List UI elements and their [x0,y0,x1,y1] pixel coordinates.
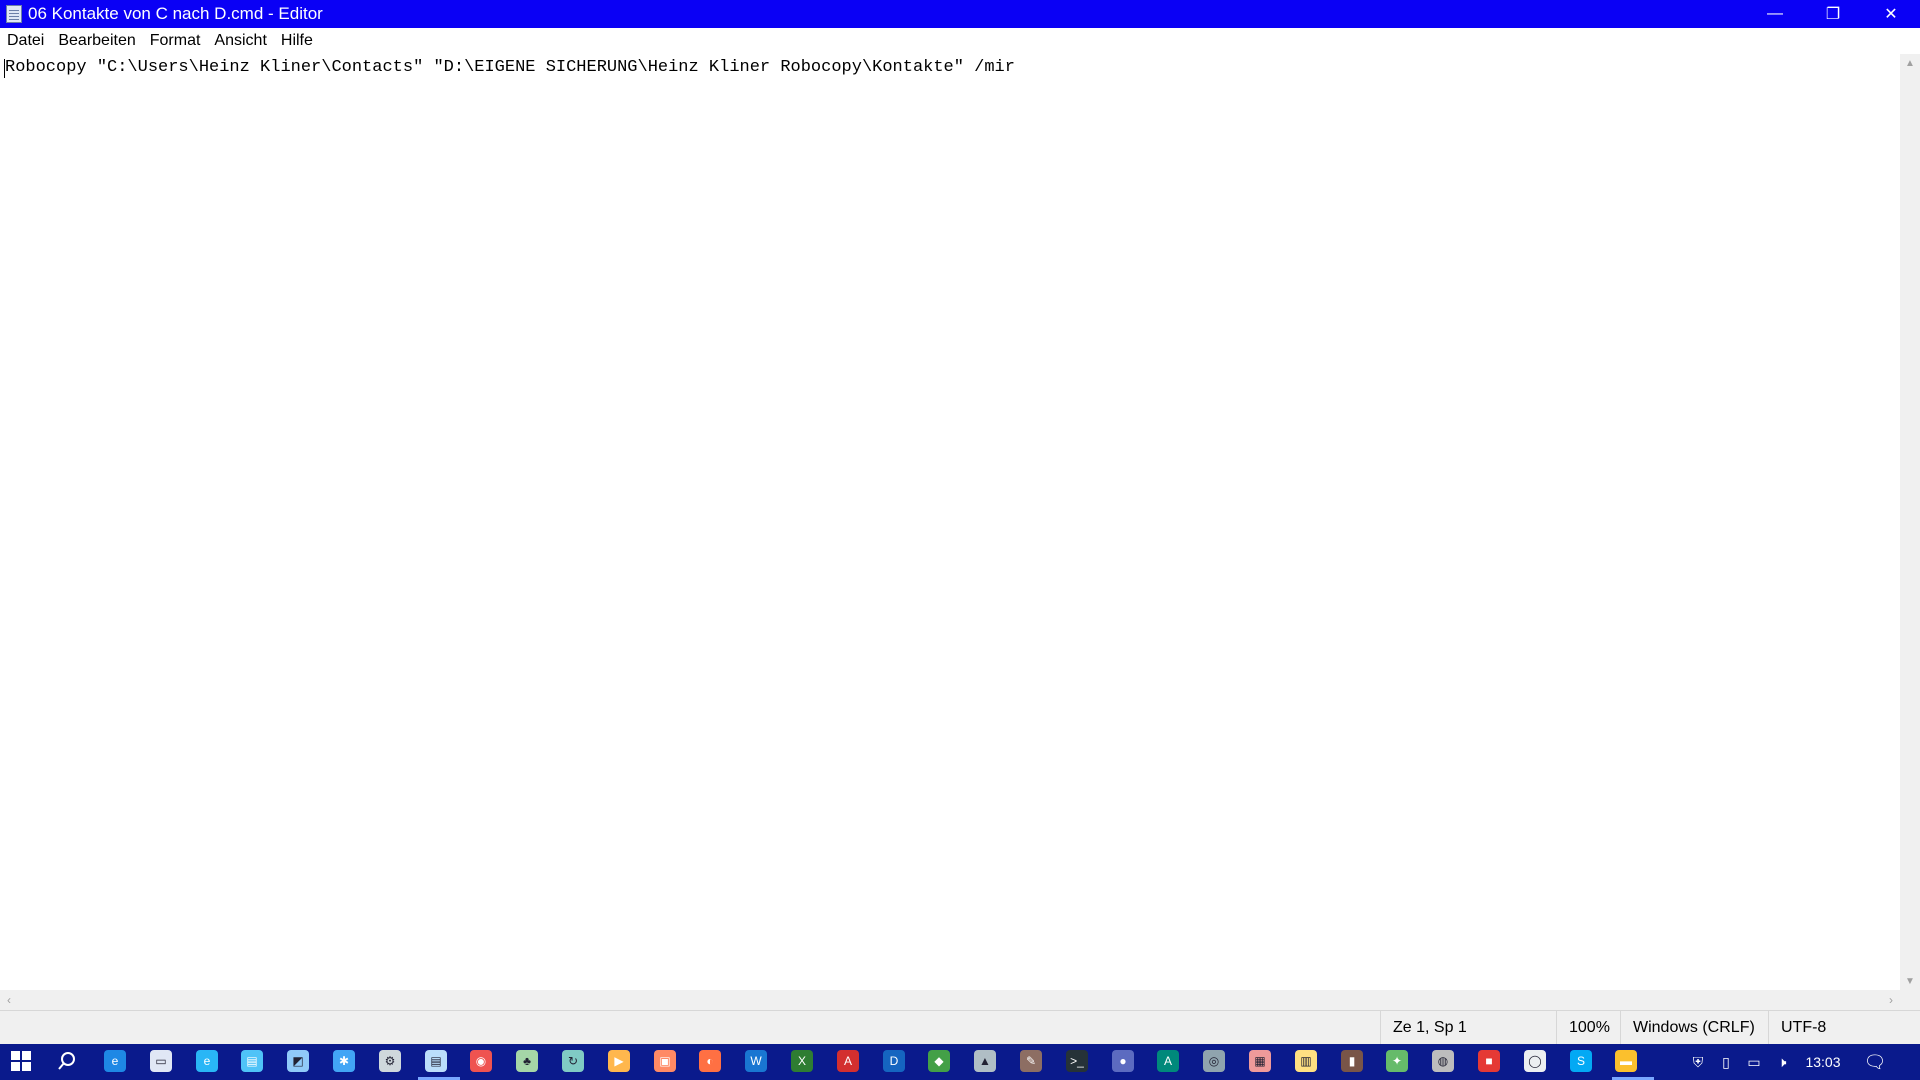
media-player-icon[interactable]: ▶ [608,1050,630,1072]
tools-app-icon[interactable]: ✎ [1020,1050,1042,1072]
menu-bearbeiten[interactable]: Bearbeiten [58,32,135,50]
close-button[interactable]: ✕ [1862,0,1920,28]
text-line-1: Robocopy "C:\Users\Heinz Kliner\Contacts… [5,58,1015,77]
window-controls: — ❐ ✕ [1746,0,1920,28]
taskbar-clock[interactable]: 13:03 [1796,1054,1850,1070]
usb-device-icon[interactable]: ▯ [1712,1054,1740,1071]
scroll-right-arrow-icon[interactable]: › [1882,990,1900,1010]
system-tray: ⛨ ▯ ▭ 🕨 13:03 🗨 [1684,1044,1900,1080]
notepad-icon[interactable]: ▤ [425,1050,447,1072]
scrollbar-corner [1900,990,1920,1010]
settings-gear-icon[interactable]: ⚙ [379,1050,401,1072]
edge-icon[interactable]: e [104,1050,126,1072]
notification-center-icon[interactable]: 🗨 [1850,1052,1900,1073]
notepad-app-icon [6,5,22,23]
blue-circle-app-icon[interactable]: ● [1112,1050,1134,1072]
calendar-app-icon[interactable]: ▦ [1249,1050,1271,1072]
scroll-left-arrow-icon[interactable]: ‹ [0,990,18,1010]
status-encoding: UTF-8 [1768,1011,1920,1045]
book-app-icon[interactable]: ▮ [1341,1050,1363,1072]
restore-button[interactable]: ❐ [1804,0,1862,28]
title-bar[interactable]: 06 Kontakte von C nach D.cmd - Editor — … [0,0,1920,28]
status-zoom: 100% [1556,1011,1620,1045]
disc-app-icon[interactable]: ◍ [1432,1050,1454,1072]
search-icon[interactable] [56,1050,78,1072]
security-shield-icon[interactable]: ⛨ [1684,1054,1712,1071]
status-cursor-position: Ze 1, Sp 1 [1380,1011,1556,1045]
browser-app-icon[interactable]: ◎ [1203,1050,1225,1072]
menu-ansicht[interactable]: Ansicht [214,32,266,50]
toolbox-icon[interactable]: ▣ [654,1050,676,1072]
red-app-icon[interactable]: ■ [1478,1050,1500,1072]
photo-app-icon[interactable]: ◩ [287,1050,309,1072]
volume-icon[interactable]: 🕨 [1768,1054,1796,1071]
menu-bar: Datei Bearbeiten Format Ansicht Hilfe [0,28,1920,54]
menu-format[interactable]: Format [150,32,201,50]
taskbar: e ▭ e ▤ ◩ ✱ ⚙ ▤ ◉ ♣ ↻ ▶ ▣ ◐ W X A D ◆ ▲ ✎ >_ ● A ◎ ▦ ▥ ▮ ✦ ◍ ■ ◯ S ▬ ⛨ ▯ … [0,1044,1920,1080]
firefox-icon[interactable]: ◐ [699,1050,721,1072]
dse-app-icon[interactable]: D [883,1050,905,1072]
windows-start-icon[interactable] [10,1050,32,1072]
education-icon[interactable]: ▲ [974,1050,996,1072]
horizontal-scrollbar[interactable]: ‹ › [0,990,1900,1010]
vertical-scrollbar[interactable]: ▲ ▼ [1900,54,1920,990]
app-window-icon[interactable]: ▤ [241,1050,263,1072]
scroll-down-arrow-icon[interactable]: ▼ [1900,972,1920,990]
publisher-icon[interactable]: A [1157,1050,1179,1072]
green-figure-app-icon[interactable]: ✦ [1386,1050,1408,1072]
skype-icon[interactable]: S [1570,1050,1592,1072]
menu-hilfe[interactable]: Hilfe [281,32,313,50]
archive-app-icon[interactable]: ▥ [1295,1050,1317,1072]
scroll-up-arrow-icon[interactable]: ▲ [1900,54,1920,72]
status-line-ending: Windows (CRLF) [1620,1011,1768,1045]
white-circle-app-icon[interactable]: ◯ [1524,1050,1546,1072]
file-explorer-icon[interactable]: ▭ [150,1050,172,1072]
window-title: 06 Kontakte von C nach D.cmd - Editor [28,4,323,23]
acrobat-icon[interactable]: A [837,1050,859,1072]
paint-app-icon[interactable]: ◉ [470,1050,492,1072]
sync-app-icon[interactable]: ↻ [562,1050,584,1072]
text-editor-area[interactable]: Robocopy "C:\Users\Heinz Kliner\Contacts… [0,54,1900,990]
terminal-icon[interactable]: >_ [1066,1050,1088,1072]
tree-app-icon[interactable]: ♣ [516,1050,538,1072]
green-app-icon[interactable]: ◆ [928,1050,950,1072]
network-icon[interactable]: ▭ [1740,1054,1768,1071]
status-bar: Ze 1, Sp 1 100% Windows (CRLF) UTF-8 [0,1010,1920,1045]
network-app-icon[interactable]: ✱ [333,1050,355,1072]
excel-icon[interactable]: X [791,1050,813,1072]
menu-datei[interactable]: Datei [7,32,44,50]
internet-explorer-icon[interactable]: e [196,1050,218,1072]
minimize-button[interactable]: — [1746,0,1804,28]
folder-icon[interactable]: ▬ [1615,1050,1637,1072]
word-icon[interactable]: W [745,1050,767,1072]
